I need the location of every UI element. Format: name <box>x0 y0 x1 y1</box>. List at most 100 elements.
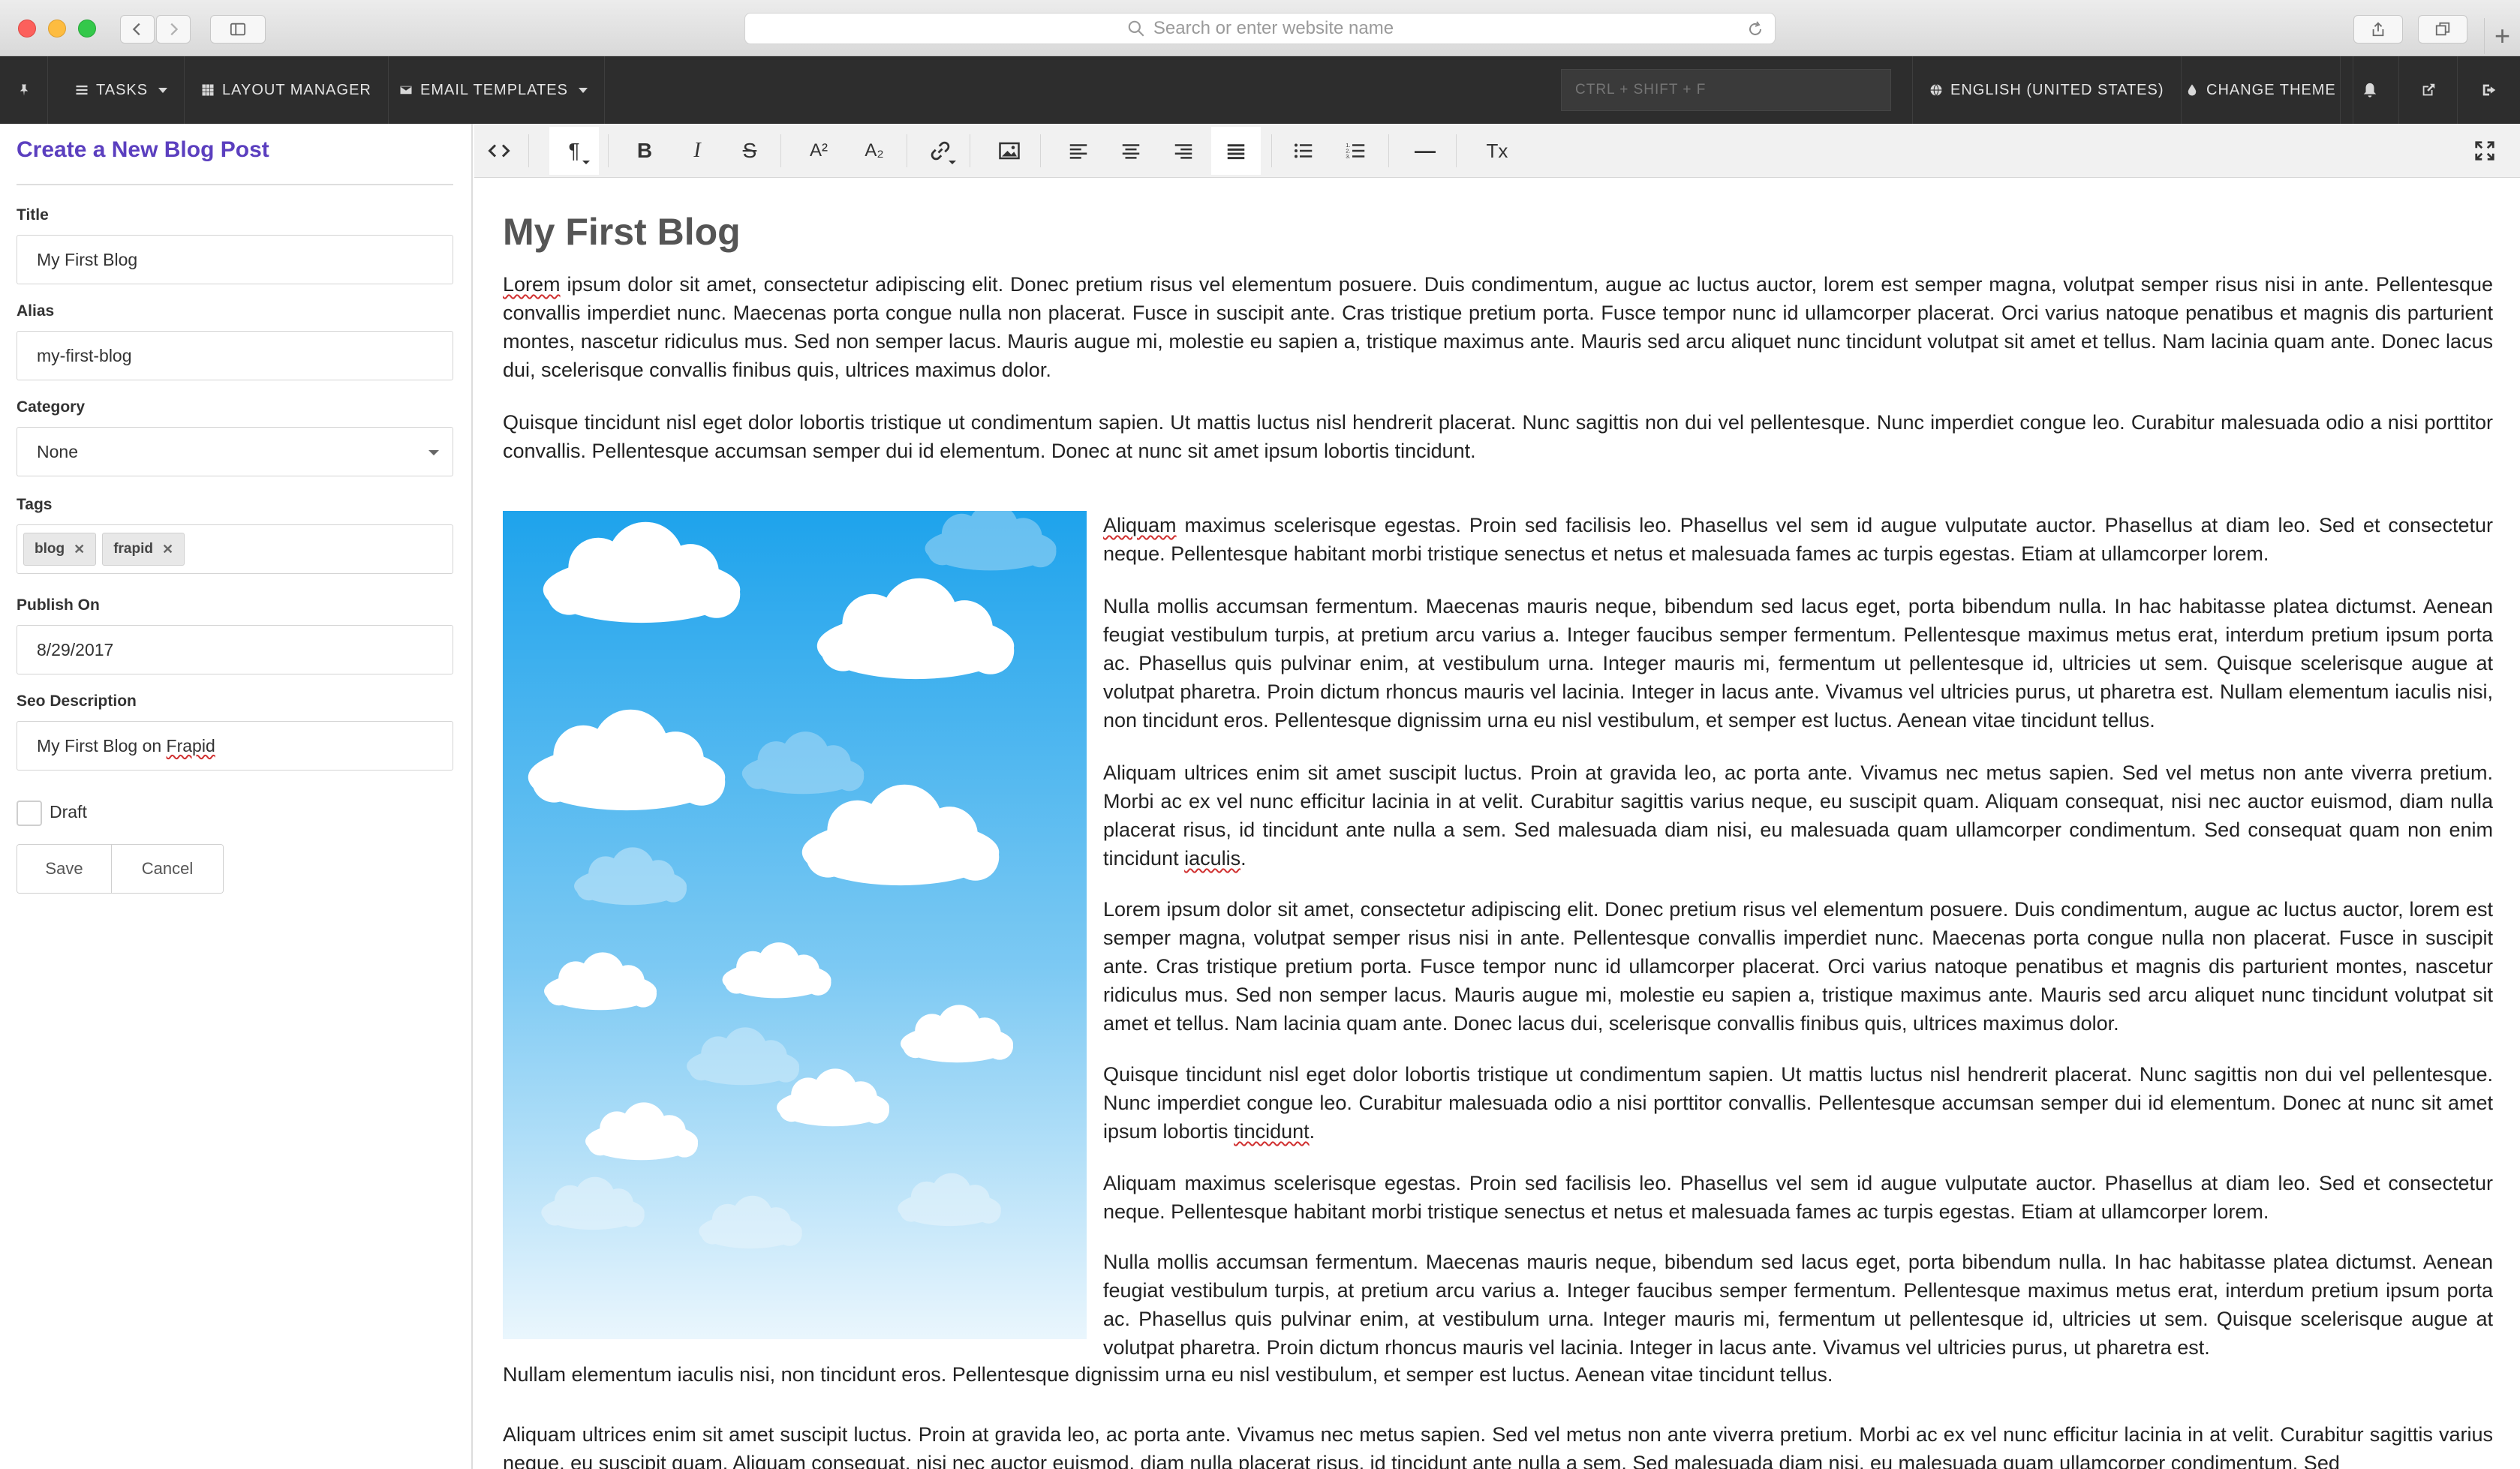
chevron-right-icon <box>170 23 179 36</box>
bold-icon: B <box>636 139 653 162</box>
code-icon <box>488 144 510 158</box>
category-select[interactable]: None <box>17 427 453 476</box>
bulleted-list-button[interactable] <box>1279 127 1328 175</box>
tags-label: Tags <box>17 496 53 513</box>
tasks-label: TASKS <box>96 81 149 98</box>
draft-label: Draft <box>50 802 87 822</box>
language-label: ENGLISH (UNITED STATES) <box>1950 81 2164 98</box>
zoom-window-button[interactable] <box>78 20 96 38</box>
grid-icon <box>202 84 214 96</box>
clear-formatting-button[interactable]: Tx <box>1472 127 1522 175</box>
align-justify-button[interactable] <box>1211 127 1261 175</box>
code-view-button[interactable] <box>474 127 524 175</box>
subscript-icon: A₂ <box>865 140 884 161</box>
back-button[interactable] <box>120 15 155 44</box>
clear-formatting-icon: Tx <box>1486 139 1508 162</box>
pin-button[interactable] <box>0 56 48 124</box>
alias-field[interactable]: my-first-blog <box>17 331 453 380</box>
close-window-button[interactable] <box>18 20 36 38</box>
address-placeholder: Search or enter website name <box>1153 18 1394 38</box>
align-left-icon <box>1069 144 1087 159</box>
category-value: None <box>37 441 78 461</box>
align-right-icon <box>1174 144 1192 159</box>
global-search-input[interactable] <box>1561 69 1891 111</box>
paragraph: Quisque tincidunt nisl eget dolor lobort… <box>503 411 2493 462</box>
change-theme-button[interactable]: CHANGE THEME <box>2169 56 2353 124</box>
numbered-list-icon: 1.2.3. <box>1346 142 1365 160</box>
divider <box>1271 134 1272 167</box>
paragraph: Nulla mollis accumsan fermentum. Maecena… <box>1103 1251 2493 1359</box>
address-bar[interactable]: Search or enter website name <box>744 13 1776 44</box>
align-left-button[interactable] <box>1054 127 1103 175</box>
sky-clouds-image[interactable] <box>503 511 1087 1339</box>
numbered-list-button[interactable]: 1. 2. 3. <box>1331 127 1381 175</box>
publish-on-label: Publish On <box>17 596 100 614</box>
email-templates-label: EMAIL TEMPLATES <box>420 81 568 98</box>
notifications-button[interactable] <box>2340 56 2398 124</box>
publish-on-field[interactable]: 8/29/2017 <box>17 625 453 674</box>
subscript-button[interactable]: A₂ <box>850 127 899 175</box>
search-icon <box>1128 20 1144 37</box>
layout-manager-link[interactable]: LAYOUT MANAGER <box>185 56 389 124</box>
strikethrough-button[interactable]: S <box>725 127 774 175</box>
tasks-menu[interactable]: TASKS <box>59 56 185 124</box>
tags-input[interactable]: blog ✕ frapid ✕ <box>17 524 453 574</box>
divider <box>780 134 781 167</box>
share-button[interactable] <box>2353 15 2403 44</box>
editor-toolbar: ¶ B I S A² A₂ 1. 2. 3. — Tx <box>474 124 2520 178</box>
horizontal-rule-button[interactable]: — <box>1400 127 1450 175</box>
strikethrough-icon: S <box>742 139 757 162</box>
expand-icon <box>2475 141 2494 161</box>
align-right-button[interactable] <box>1159 127 1208 175</box>
insert-image-button[interactable] <box>985 127 1034 175</box>
language-selector[interactable]: ENGLISH (UNITED STATES) <box>1912 56 2182 124</box>
sidebar-toggle-button[interactable] <box>210 15 266 44</box>
paragraph-format-button[interactable]: ¶ <box>549 127 599 175</box>
remove-tag-icon[interactable]: ✕ <box>74 542 85 557</box>
divider <box>1456 134 1457 167</box>
paragraph: Lorem ipsum dolor sit amet, consectetur … <box>1103 898 2493 1035</box>
paragraph-text: maximus scelerisque egestas. Proin sed f… <box>1103 514 2493 565</box>
save-button[interactable]: Save <box>17 845 112 893</box>
insert-link-button[interactable] <box>916 127 965 175</box>
tabs-overview-button[interactable] <box>2418 15 2467 44</box>
paragraph-icon: ¶ <box>568 139 580 162</box>
forward-button[interactable] <box>156 15 191 44</box>
bold-button[interactable]: B <box>620 127 669 175</box>
pin-icon <box>20 84 28 96</box>
editor-content[interactable]: My First Blog Lorem ipsum dolor sit amet… <box>474 179 2520 1469</box>
category-label: Category <box>17 398 86 416</box>
chevron-down-icon <box>949 161 956 164</box>
superscript-button[interactable]: A² <box>794 127 844 175</box>
cancel-button[interactable]: Cancel <box>112 845 223 893</box>
email-templates-menu[interactable]: EMAIL TEMPLATES <box>383 56 605 124</box>
misspelled-word: Lorem <box>503 273 561 296</box>
globe-icon <box>1930 84 1942 96</box>
new-tab-button[interactable]: + <box>2484 18 2520 54</box>
chevron-down-icon <box>582 161 590 164</box>
seo-description-label: Seo Description <box>17 692 137 710</box>
misspelled-word: Aliquam <box>1103 514 1177 536</box>
chevron-down-icon <box>578 87 588 93</box>
envelope-icon <box>400 86 412 95</box>
bell-icon <box>2363 83 2376 98</box>
remove-tag-icon[interactable]: ✕ <box>162 542 173 557</box>
misspelled-word: tincidunt <box>1234 1120 1310 1143</box>
title-label: Title <box>17 206 49 224</box>
italic-button[interactable]: I <box>672 127 722 175</box>
reload-icon[interactable] <box>1746 20 1764 38</box>
draft-checkbox[interactable] <box>17 801 42 826</box>
chevron-down-icon <box>429 450 439 455</box>
paragraph: Aliquam maximus scelerisque egestas. Pro… <box>1103 1172 2493 1223</box>
seo-description-field[interactable]: My First Blog on Frapid <box>17 721 453 771</box>
form-actions: Save Cancel <box>17 844 224 894</box>
minimize-window-button[interactable] <box>48 20 66 38</box>
align-center-button[interactable] <box>1106 127 1156 175</box>
fullscreen-button[interactable] <box>2460 127 2509 175</box>
title-field[interactable]: My First Blog <box>17 235 453 284</box>
tag-chip: blog ✕ <box>23 533 97 566</box>
align-center-icon <box>1122 144 1140 159</box>
layout-manager-label: LAYOUT MANAGER <box>222 81 371 98</box>
sign-out-button[interactable] <box>2457 56 2520 124</box>
open-external-button[interactable] <box>2398 56 2457 124</box>
